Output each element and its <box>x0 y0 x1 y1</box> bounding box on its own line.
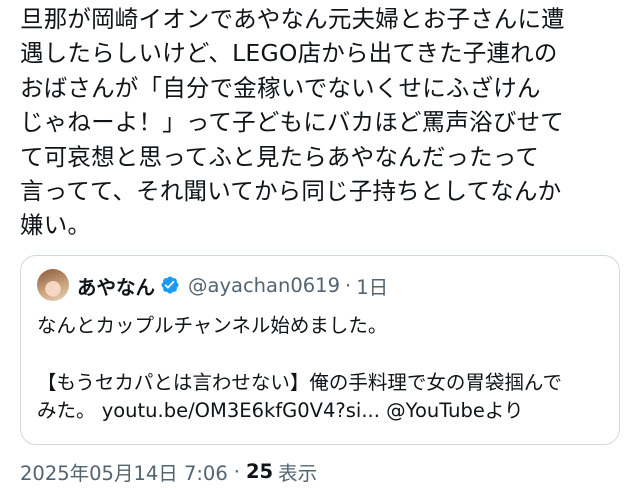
meta-separator: · <box>344 273 352 297</box>
tweet-text-line: 遇したらしいけど、LEGO店から出てきた子連れの <box>20 39 558 68</box>
tweet-meta-footer: 2025年05月14日 7:06 · 25 表示 <box>20 457 317 485</box>
quoted-text-line: なんとカップルチャンネル始めました。 <box>37 314 388 337</box>
quoted-text-line: 【もうセカパとは言わせない】俺の手料理で女の胃袋掴んで <box>37 370 562 394</box>
tweet-text-line: て可哀想と思ってふと見たらあやなんだったって <box>20 142 540 171</box>
tweet-text-line: 旦那が岡崎イオンであやなん元夫婦とお子さんに遭 <box>20 5 565 33</box>
tweet-timestamp[interactable]: 2025年05月14日 7:06 <box>20 457 228 486</box>
quoted-tweet-header: あやなん @ayachan0619 · 1日 <box>37 268 388 302</box>
quoted-author-handle[interactable]: @ayachan0619 <box>188 274 340 297</box>
views-count: 25 <box>245 459 274 483</box>
quoted-author-name[interactable]: あやなん <box>77 271 155 300</box>
meta-separator: · <box>233 459 240 483</box>
tweet-text-line: じゃねーよ！」って子どもにバカほど罵声浴びせて <box>20 108 564 137</box>
verified-badge-icon <box>161 276 179 294</box>
tweet-text-line: 嫌い。 <box>20 211 92 240</box>
quoted-text-gap <box>37 340 605 368</box>
tweet-text-line: おばさんが「自分で金稼いでないくせにふざけん <box>20 73 541 102</box>
quoted-tweet-card[interactable]: あやなん @ayachan0619 · 1日 なんとカップルチャンネル始めました… <box>20 255 620 445</box>
tweet-text-line: 言ってて、それ聞いてから同じ子持ちとしてなんか <box>20 177 562 206</box>
views-label: 表示 <box>278 461 318 485</box>
quoted-text-line: みた。 youtu.be/OM3E6kfG0V4?si... @YouTubeよ… <box>37 399 524 423</box>
tweet-text: 旦那が岡崎イオンであやなん元夫婦とお子さんに遭 遇したらしいけど、LEGO店から… <box>20 2 624 243</box>
quoted-tweet-time[interactable]: 1日 <box>356 271 388 300</box>
avatar[interactable] <box>37 269 69 301</box>
quoted-tweet-body: なんとカップルチャンネル始めました。 【もうセカパとは言わせない】俺の手料理で女… <box>37 312 605 426</box>
